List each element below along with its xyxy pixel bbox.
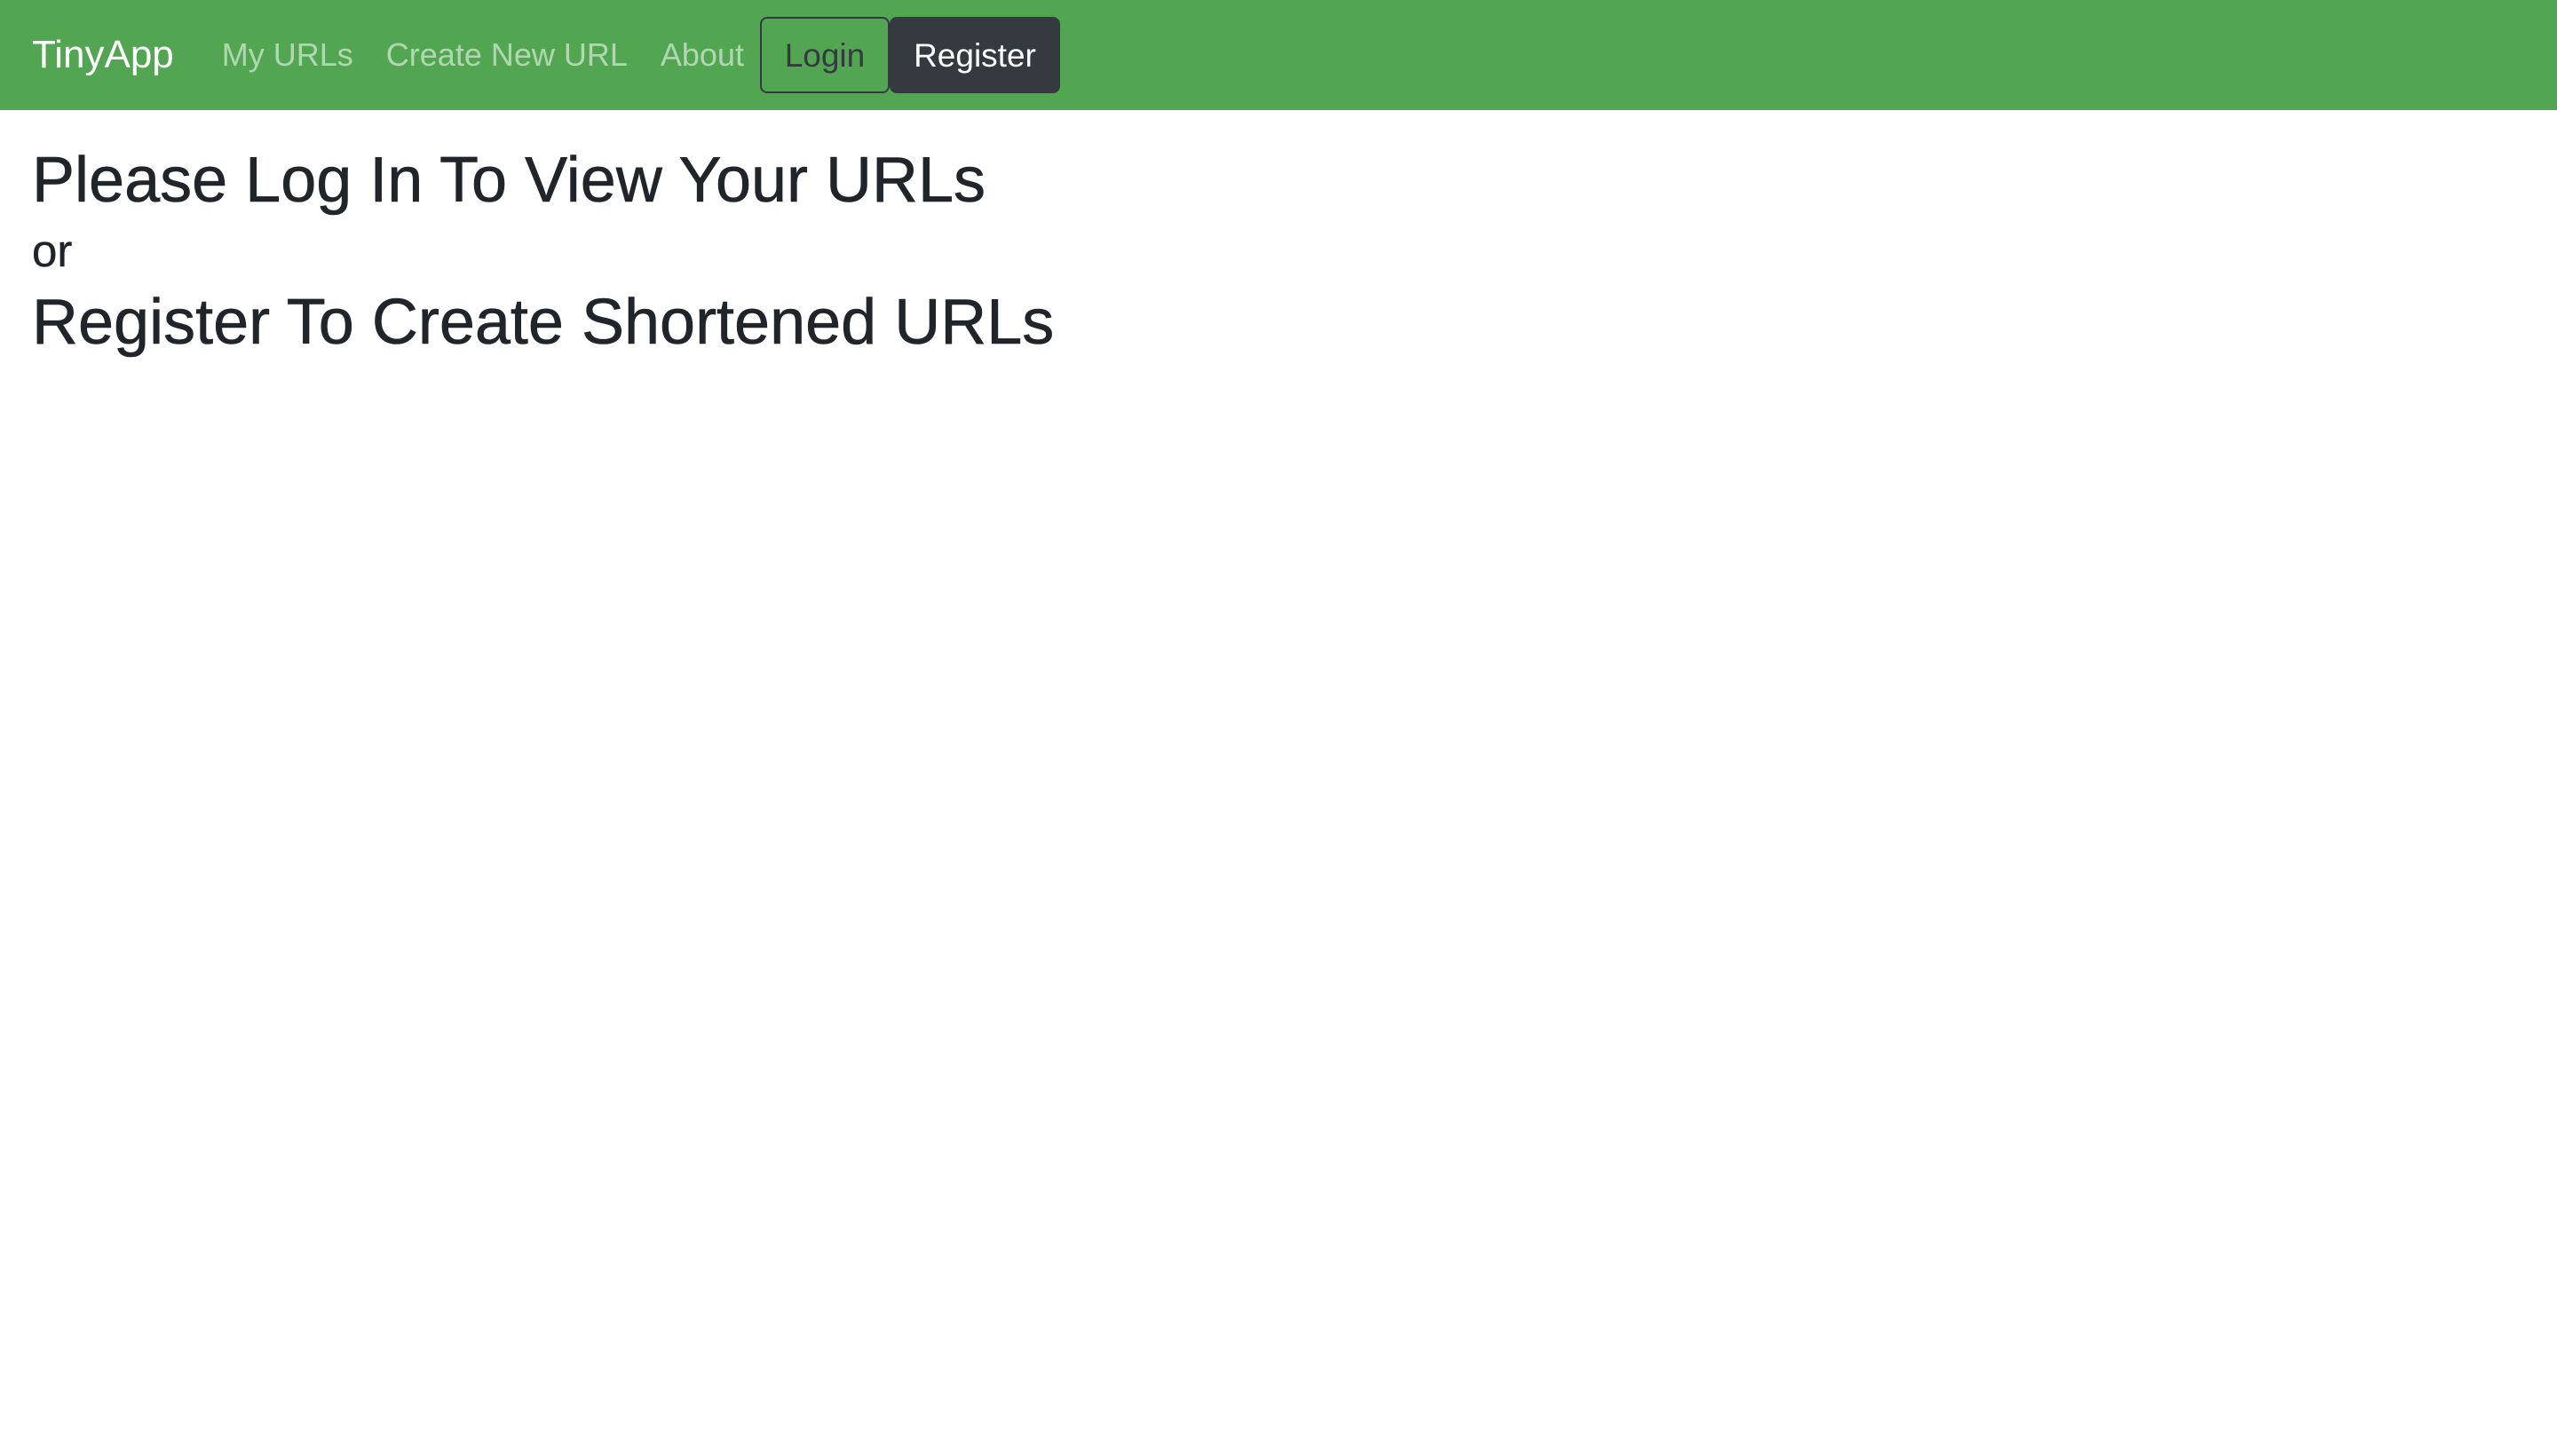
navbar: TinyApp My URLs Create New URL About Log… (0, 0, 2557, 110)
or-text: or (32, 226, 73, 277)
register-button[interactable]: Register (889, 17, 1060, 93)
main-content: Please Log In To View Your URLs or Regis… (32, 142, 1055, 360)
nav-link-create-new-url[interactable]: Create New URL (386, 39, 628, 71)
auth-buttons: Login Register (759, 17, 1060, 93)
login-button[interactable]: Login (759, 17, 890, 93)
login-heading: Please Log In To View Your URLs (32, 145, 986, 217)
nav-links: My URLs Create New URL About (222, 39, 760, 71)
nav-link-my-urls[interactable]: My URLs (222, 39, 353, 71)
brand-link[interactable]: TinyApp (32, 36, 174, 75)
nav-link-about[interactable]: About (661, 39, 744, 71)
register-heading: Register To Create Shortened URLs (32, 286, 1055, 358)
